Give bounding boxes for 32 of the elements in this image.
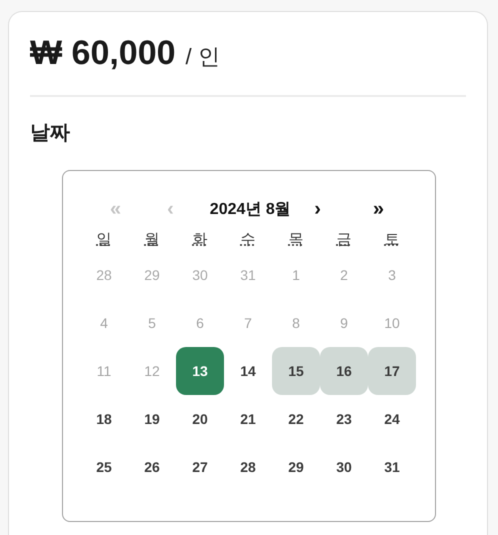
calendar-day[interactable]: 31 — [368, 443, 416, 491]
calendar-day[interactable]: 20 — [176, 395, 224, 443]
next-year-button[interactable]: » — [364, 198, 392, 220]
calendar-day[interactable]: 15 — [272, 347, 320, 395]
weekday-label: 월 — [144, 230, 160, 248]
next-month-button[interactable]: › — [306, 198, 329, 220]
calendar-day[interactable]: 30 — [320, 443, 368, 491]
weekday-label: 토 — [384, 230, 400, 248]
price-amount: ₩ 60,000 — [30, 34, 176, 73]
calendar-day[interactable]: 23 — [320, 395, 368, 443]
calendar-day[interactable]: 28 — [224, 443, 272, 491]
calendar-day[interactable]: 14 — [224, 347, 272, 395]
weekday-label: 금 — [336, 230, 352, 248]
weekday-label: 일 — [96, 230, 112, 248]
calendar-day[interactable]: 27 — [176, 443, 224, 491]
calendar-day[interactable]: 18 — [80, 395, 128, 443]
calendar-day[interactable]: 25 — [80, 443, 128, 491]
calendar-day[interactable]: 22 — [272, 395, 320, 443]
month-title: 2024년 8월 — [210, 200, 291, 220]
calendar-day[interactable]: 24 — [368, 395, 416, 443]
calendar-day[interactable]: 17 — [368, 347, 416, 395]
price-unit: / 인 — [186, 43, 220, 71]
calendar-day[interactable]: 29 — [272, 443, 320, 491]
calendar-day[interactable]: 21 — [224, 395, 272, 443]
weekday-label: 화 — [192, 230, 208, 248]
weekday-label: 수 — [240, 230, 256, 248]
calendar-day[interactable]: 13 — [176, 347, 224, 395]
weekday-label: 목 — [288, 230, 304, 248]
section-title: 날짜 — [30, 121, 71, 146]
calendar-day[interactable]: 19 — [128, 395, 176, 443]
calendar-day[interactable]: 26 — [128, 443, 176, 491]
calendar-day[interactable]: 16 — [320, 347, 368, 395]
